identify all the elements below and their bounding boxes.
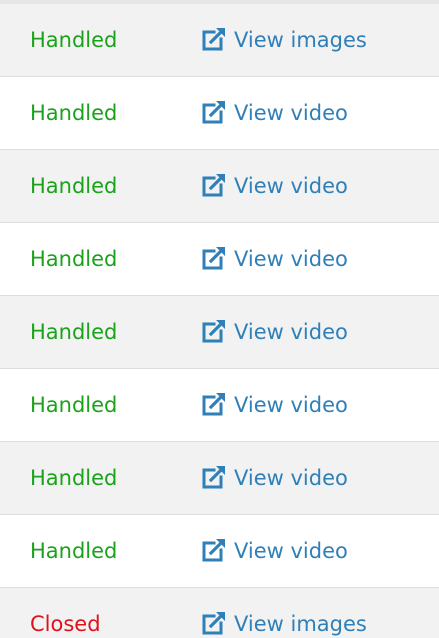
view-media-link-label: View images: [234, 612, 367, 636]
view-media-link-label: View video: [234, 174, 348, 198]
table-row: Handled View video: [0, 150, 439, 223]
view-media-link-label: View images: [234, 28, 367, 52]
status-label: Handled: [30, 101, 118, 125]
incident-table: Handled View images Handled View video H…: [0, 0, 439, 638]
external-link-icon: [200, 25, 228, 53]
view-media-link-label: View video: [234, 393, 348, 417]
external-link-icon: [200, 317, 228, 345]
table-row: Handled View video: [0, 442, 439, 515]
external-link-icon: [200, 463, 228, 491]
view-media-link[interactable]: View video: [200, 515, 348, 587]
view-media-link-label: View video: [234, 101, 348, 125]
view-media-link[interactable]: View video: [200, 77, 348, 149]
view-media-link[interactable]: View video: [200, 369, 348, 441]
view-media-link[interactable]: View images: [200, 4, 367, 76]
view-media-link-label: View video: [234, 247, 348, 271]
external-link-icon: [200, 171, 228, 199]
external-link-icon: [200, 390, 228, 418]
table-row: Handled View video: [0, 223, 439, 296]
view-media-link[interactable]: View video: [200, 442, 348, 514]
status-label: Handled: [30, 393, 118, 417]
status-label: Handled: [30, 320, 118, 344]
status-label: Handled: [30, 466, 118, 490]
status-label: Handled: [30, 247, 118, 271]
status-label: Handled: [30, 174, 118, 198]
status-label: Handled: [30, 28, 118, 52]
view-media-link[interactable]: View images: [200, 588, 367, 638]
external-link-icon: [200, 98, 228, 126]
view-media-link[interactable]: View video: [200, 296, 348, 368]
view-media-link[interactable]: View video: [200, 223, 348, 295]
view-media-link[interactable]: View video: [200, 150, 348, 222]
external-link-icon: [200, 536, 228, 564]
table-row: Handled View video: [0, 369, 439, 442]
status-label: Handled: [30, 539, 118, 563]
external-link-icon: [200, 609, 228, 637]
table-row: Handled View video: [0, 515, 439, 588]
table-row: Handled View images: [0, 4, 439, 77]
table-row: Handled View video: [0, 77, 439, 150]
view-media-link-label: View video: [234, 320, 348, 344]
table-row: Closed View images: [0, 588, 439, 638]
view-media-link-label: View video: [234, 539, 348, 563]
view-media-link-label: View video: [234, 466, 348, 490]
external-link-icon: [200, 244, 228, 272]
table-row: Handled View video: [0, 296, 439, 369]
status-label: Closed: [30, 612, 101, 636]
